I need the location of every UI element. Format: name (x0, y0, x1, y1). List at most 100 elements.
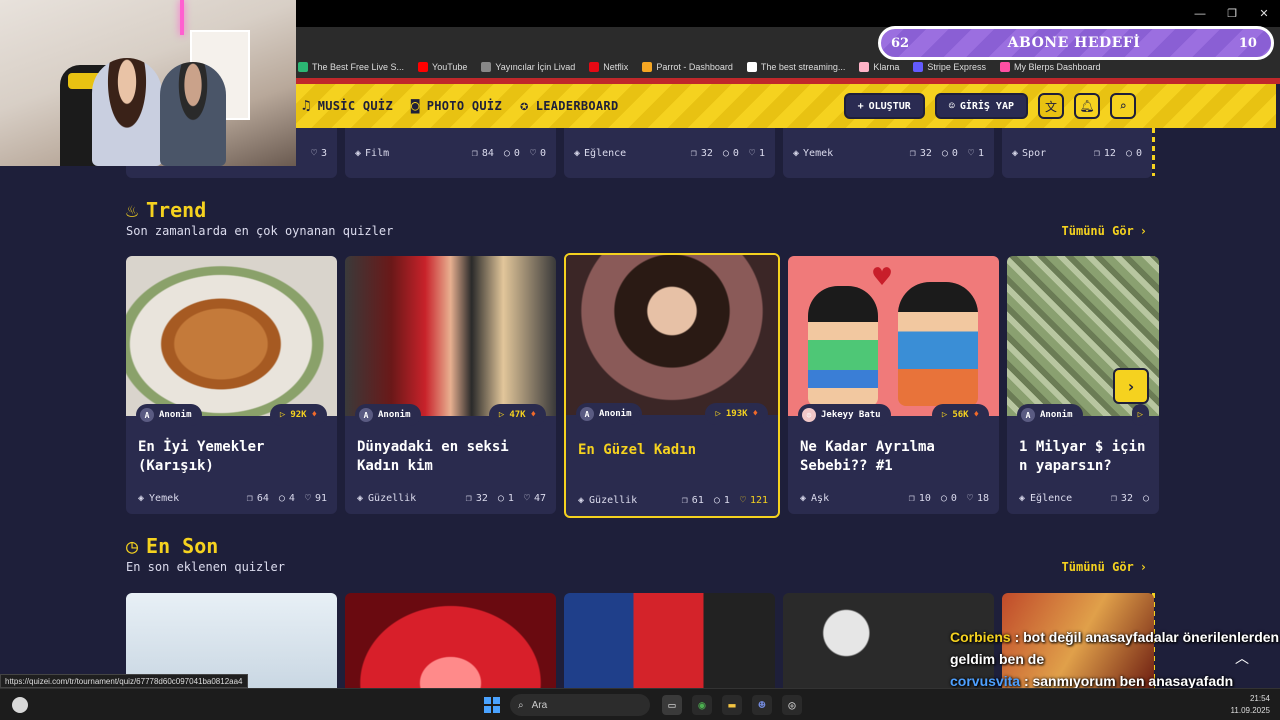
bookmark-item[interactable]: My Blerps Dashboard (999, 61, 1101, 72)
bookmark-label: Stripe Express (927, 61, 986, 72)
comment-icon: ○ (497, 493, 504, 504)
music-icon: ♫ (302, 98, 311, 114)
bookmark-item[interactable]: The best streaming... (746, 61, 845, 72)
tag-icon: ◈ (800, 493, 807, 504)
bookmark-item[interactable]: Stripe Express (913, 61, 986, 72)
carousel-next-button[interactable]: › (1113, 368, 1149, 404)
flame-icon: ♨ (126, 198, 139, 222)
quiz-card[interactable]: ◈ Film ❐ 84 ○ 0 ♡ 0 (345, 128, 556, 178)
quiz-title[interactable]: Dünyadaki en seksi Kadın kim (357, 438, 544, 476)
category-label: Yemek (149, 493, 180, 504)
quiz-title[interactable]: Ne Kadar Ayrılma Sebebi?? #1 (800, 438, 987, 476)
window-controls: — ❐ ✕ (1184, 0, 1280, 27)
avatar: A (580, 407, 594, 421)
nav-music-quiz[interactable]: ♫ MUSİC QUİZ (302, 98, 393, 114)
bookmark-item[interactable]: Parrot - Dashboard (642, 61, 733, 72)
bookmark-favicon-icon (589, 61, 600, 72)
task-view-icon[interactable]: ▭ (662, 695, 682, 715)
heart-icon: ♡ (529, 147, 536, 159)
goal-title: ABONE HEDEFİ (1007, 35, 1141, 51)
quiz-meta: ◈ Yemek ❐ 64 ○ 4 ♡ 91 (138, 493, 327, 504)
play-icon: ▷ (279, 410, 286, 420)
language-button[interactable]: 文 (1038, 93, 1064, 119)
quiz-card[interactable]: › A Anonim ▷ 1 Milyar $ için n yaparsın? … (1007, 256, 1159, 514)
quiz-title[interactable]: 1 Milyar $ için n yaparsın? (1019, 438, 1159, 476)
nav-leaderboard[interactable]: ✪ LEADERBOARD (520, 98, 619, 114)
taskbar-apps: ▭ ◉ ▬ ☻ ◎ (662, 695, 802, 715)
heart-icon: ♡ (739, 495, 746, 506)
bookmark-item[interactable]: The Best Free Live S... (298, 61, 404, 72)
notifications-button[interactable]: 🔔︎ (1074, 93, 1100, 119)
nav-label: MUSİC QUİZ (317, 99, 393, 113)
latest-subtitle: En son eklenen quizler (126, 560, 285, 574)
comments-count: 0 (1135, 147, 1142, 159)
category-label: Eğlence (1030, 493, 1073, 504)
taskbar-search[interactable]: ⌕ Ara (510, 694, 650, 716)
scroll-to-top-button[interactable]: ︿ (1230, 646, 1254, 670)
plays-badge: ▷ 193K ♦ (705, 403, 768, 425)
nav-label: LEADERBOARD (535, 99, 619, 113)
search-button[interactable]: ⌕ (1110, 93, 1136, 119)
comments: ○ 1 (714, 495, 730, 506)
bookmark-favicon-icon (913, 61, 924, 72)
goal-target: 10 (1238, 35, 1257, 51)
search-icon: ⌕ (518, 699, 524, 711)
quiz-card-hovered[interactable]: A Anonim ▷ 193K ♦ En Güzel Kadın ◈ Güzellik … (564, 253, 780, 518)
quiz-card[interactable]: A Anonim ▷ 47K ♦ Dünyadaki en seksi Kadın k… (345, 256, 556, 514)
chrome-icon[interactable]: ◉ (692, 695, 712, 715)
comment-icon: ○ (722, 147, 729, 159)
likes-count: 47 (533, 493, 546, 504)
folder-icon[interactable]: ▬ (722, 695, 742, 715)
quiz-card[interactable]: ♥ ☺ Jekeyy Batu ▷ 56K ♦ Ne Kadar Ayrılma Se… (788, 256, 999, 514)
bookmark-item[interactable]: YouTube (418, 61, 467, 72)
likes-count: 121 (749, 495, 768, 506)
likes-count: 1 (977, 147, 984, 159)
translate-icon: 文 (1044, 99, 1057, 114)
quiz-card[interactable]: ◈ Spor ❐ 12 ○ 0 (1002, 128, 1152, 178)
category: ◈ Yemek (138, 493, 179, 504)
close-icon[interactable]: ✕ (1248, 0, 1280, 27)
bookmark-label: Netflix (603, 61, 629, 72)
comment-icon: ○ (940, 493, 947, 504)
quiz-card[interactable]: ◈ Eğlence ❐ 32 ○ 0 ♡ 1 (564, 128, 775, 178)
card-badges: ☺ Jekeyy Batu ▷ 56K ♦ (788, 404, 999, 426)
quiz-card[interactable]: ◈ Yemek ❐ 32 ○ 0 ♡ 1 (783, 128, 994, 178)
tag-icon: ◈ (574, 147, 581, 159)
comments: ○ 0 (942, 148, 958, 159)
nav-photo-quiz[interactable]: ◙ PHOTO QUİZ (411, 98, 502, 114)
widgets-icon[interactable] (12, 697, 28, 713)
questions-count: 32 (919, 147, 932, 159)
discord-icon[interactable]: ☻ (752, 695, 772, 715)
minimize-icon[interactable]: — (1184, 0, 1216, 27)
search-icon: ⌕ (1119, 99, 1127, 113)
comments-count: 1 (507, 493, 514, 504)
likes-count: 0 (539, 147, 546, 159)
bookmark-item[interactable]: Netflix (589, 61, 629, 72)
app-icon[interactable]: ◎ (782, 695, 802, 715)
fire-icon: ♦ (311, 410, 317, 420)
comments-count: 4 (288, 493, 295, 504)
quiz-title[interactable]: En İyi Yemekler (Karışık) (138, 438, 325, 476)
login-button[interactable]: ☺ GİRİŞ YAP (934, 93, 1028, 119)
plus-icon: + (857, 100, 864, 112)
stack-icon: ❐ (908, 493, 915, 504)
tag-icon: ◈ (138, 493, 145, 504)
bookmark-item[interactable]: Yayıncılar İçin Livad (481, 61, 575, 72)
author-name: Anonim (599, 409, 632, 419)
taskbar-clock[interactable]: 21:54 11.09.2025 (1231, 693, 1270, 717)
quiz-card[interactable] (564, 593, 775, 693)
quiz-card[interactable]: A Anonim ▷ 92K ♦ En İyi Yemekler (Karışık) … (126, 256, 337, 514)
bookmark-label: My Blerps Dashboard (1013, 61, 1101, 72)
quiz-card[interactable] (345, 593, 556, 693)
start-button[interactable] (484, 697, 500, 713)
bookmark-favicon-icon (298, 61, 308, 72)
questions-count: 10 (918, 493, 931, 504)
create-button[interactable]: + OLUŞTUR (843, 93, 925, 119)
trend-see-all-link[interactable]: Tümünü Gör › (1062, 224, 1147, 238)
quiz-title[interactable]: En Güzel Kadın (578, 441, 766, 460)
bookmark-item[interactable]: Klarna (859, 61, 899, 72)
bookmark-label: Parrot - Dashboard (656, 61, 733, 72)
questions: ❐ 61 (682, 495, 704, 506)
maximize-icon[interactable]: ❐ (1216, 0, 1248, 27)
latest-see-all-link[interactable]: Tümünü Gör › (1062, 560, 1147, 574)
